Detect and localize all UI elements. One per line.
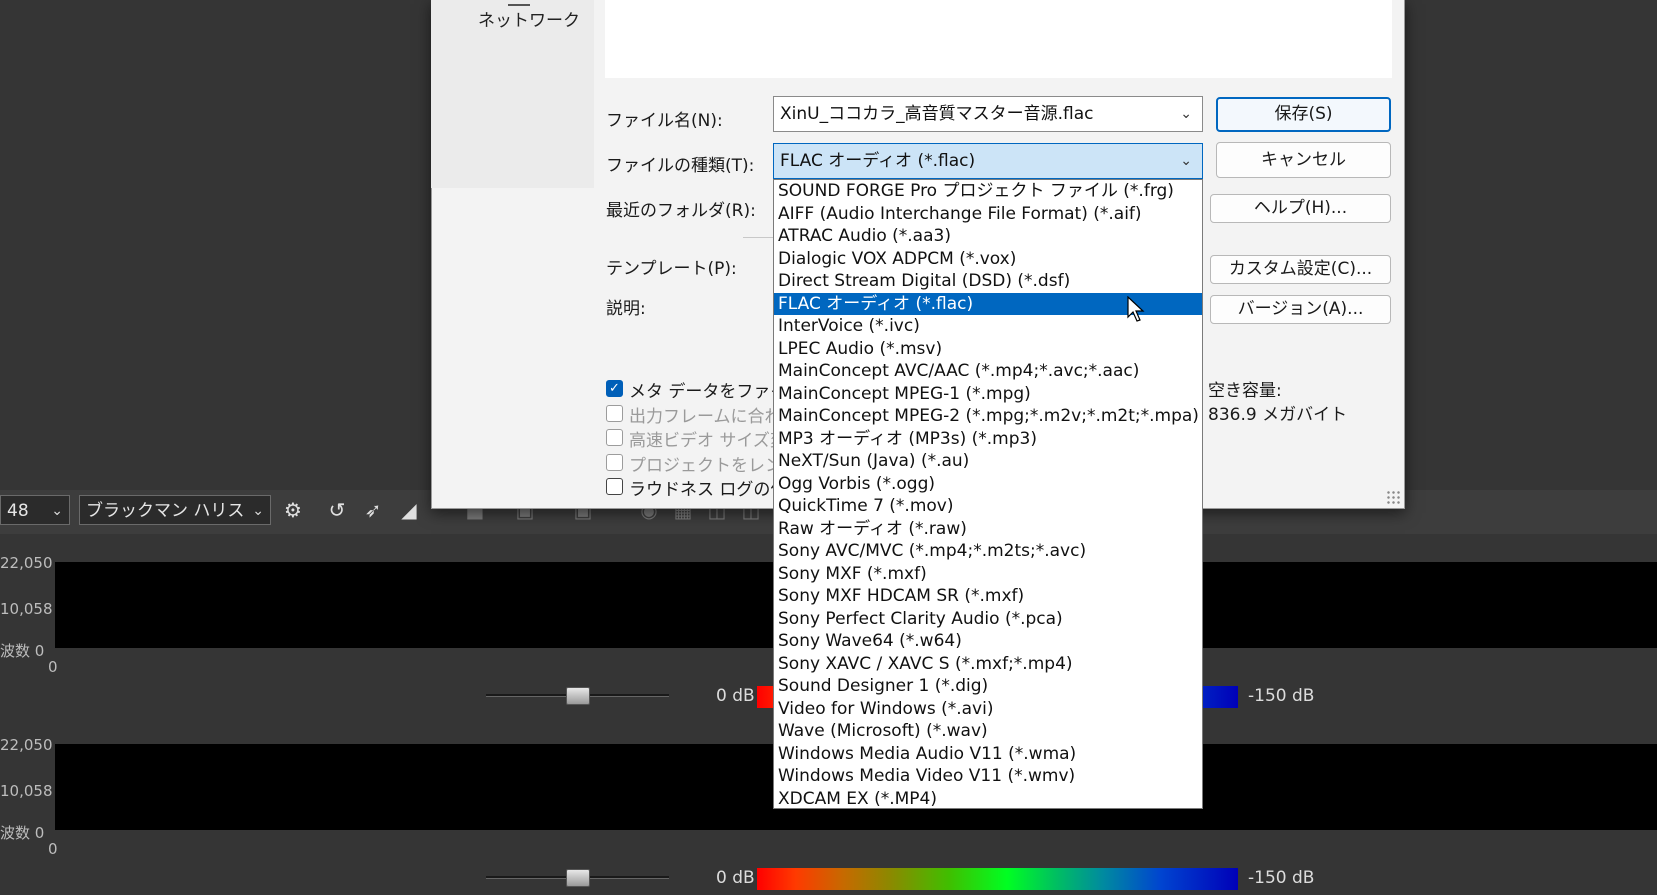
dropdown-item[interactable]: Sony Perfect Clarity Audio (*.pca) [774,608,1202,631]
lane2-tick-low: 波数 0 [0,824,45,842]
lane2-db-right: -150 dB [1248,868,1315,888]
resize-grip[interactable] [1386,490,1400,504]
match-frame-checkbox[interactable] [606,405,623,422]
custom-settings-button[interactable]: カスタム設定(C)... [1210,255,1391,284]
dropdown-item[interactable]: Sony XAVC / XAVC S (*.mxf;*.mp4) [774,653,1202,676]
fast-video-resize-checkbox-label: 高速ビデオ サイズ変 [629,431,774,451]
filetype-select[interactable]: FLAC オーディオ (*.flac) ⌄ [773,143,1203,179]
lane2-db-left: 0 dB [716,868,755,888]
filetype-label: ファイルの種類(T): [606,156,755,176]
filename-value: XinU_ココカラ_高音質マスター音源.flac [780,104,1094,124]
dropdown-item[interactable]: Raw オーディオ (*.raw) [774,518,1202,541]
recent-folders-label: 最近のフォルダ(R): [606,201,756,221]
dropdown-item[interactable]: Sony AVC/MVC (*.mp4;*.m2ts;*.avc) [774,540,1202,563]
chevron-down-icon: ⌄ [51,503,63,519]
template-label: テンプレート(P): [606,259,737,279]
dropdown-item[interactable]: Direct Stream Digital (DSD) (*.dsf) [774,270,1202,293]
dropdown-item[interactable]: Sony MXF HDCAM SR (*.mxf) [774,585,1202,608]
dropdown-item[interactable]: NeXT/Sun (Java) (*.au) [774,450,1202,473]
dropdown-item[interactable]: Sound Designer 1 (*.dig) [774,675,1202,698]
file-list-view[interactable] [605,0,1392,78]
sample-size-value: 48 [7,501,29,521]
cancel-button[interactable]: キャンセル [1216,142,1391,178]
loudness-log-checkbox-label: ラウドネス ログの作成 [629,480,774,500]
lane2-tick-zero: 0 [48,840,58,858]
metadata-checkbox-label: メタ データをファイルと [629,382,774,402]
dropdown-item[interactable]: Windows Media Video V11 (*.wmv) [774,765,1202,788]
free-space-value: 836.9 メガバイト [1208,405,1348,425]
filename-label: ファイル名(N): [606,111,723,131]
lane2-color-meter [757,868,1238,890]
dropdown-item[interactable]: MainConcept MPEG-2 (*.mpg;*.m2v;*.m2t;*.… [774,405,1202,428]
dropdown-item[interactable]: Sony Wave64 (*.w64) [774,630,1202,653]
dropdown-item[interactable]: Wave (Microsoft) (*.wav) [774,720,1202,743]
lane1-tick-high: 22,050 [0,554,53,572]
dropdown-item[interactable]: XDCAM EX (*.MP4) [774,788,1202,809]
cursor-arrow-icon[interactable]: ➶ [360,497,386,523]
loudness-log-checkbox[interactable] [606,478,623,495]
dropdown-item[interactable]: MP3 オーディオ (MP3s) (*.mp3) [774,428,1202,451]
dropdown-item[interactable]: ATRAC Audio (*.aa3) [774,225,1202,248]
lane1-tick-mid: 10,058 [0,600,53,618]
mouse-cursor-icon [1127,296,1145,322]
filetype-value: FLAC オーディオ (*.flac) [780,151,976,171]
settings-gear-icon[interactable]: ⚙ [280,497,306,523]
dropdown-item[interactable]: Ogg Vorbis (*.ogg) [774,473,1202,496]
chevron-down-icon[interactable]: ⌄ [1180,144,1192,178]
lane1-tick-low: 波数 0 [0,642,45,660]
dropdown-item[interactable]: AIFF (Audio Interchange File Format) (*.… [774,203,1202,226]
lane1-slider-thumb[interactable] [566,687,590,705]
undo-icon[interactable]: ↺ [324,497,350,523]
version-button[interactable]: バージョン(A)... [1210,295,1391,324]
render-project-checkbox-label: プロジェクトをレンダリ [629,456,774,476]
separator [743,237,775,238]
dropdown-item[interactable]: MainConcept MPEG-1 (*.mpg) [774,383,1202,406]
dropdown-item[interactable]: Video for Windows (*.avi) [774,698,1202,721]
metadata-checkbox[interactable]: ✓ [606,380,623,397]
lane1-tick-zero: 0 [48,658,58,676]
save-button[interactable]: 保存(S) [1216,97,1391,132]
dropdown-item[interactable]: QuickTime 7 (*.mov) [774,495,1202,518]
match-frame-checkbox-label: 出力フレームに合わせ [629,407,774,427]
lane2-tick-high: 22,050 [0,736,53,754]
description-label: 説明: [606,299,646,319]
chevron-down-icon: ⌄ [252,503,264,519]
fast-video-resize-checkbox[interactable] [606,429,623,446]
lane2-tick-mid: 10,058 [0,782,53,800]
help-button[interactable]: ヘルプ(H)... [1210,194,1391,223]
filename-input[interactable]: XinU_ココカラ_高音質マスター音源.flac ⌄ [773,96,1203,132]
filetype-dropdown-list[interactable]: SOUND FORGE Pro プロジェクト ファイル (*.frg) AIFF… [773,179,1203,809]
window-function-select[interactable]: ブラックマン ハリス ⌄ [79,495,271,525]
window-function-value: ブラックマン ハリス [86,501,245,521]
dropdown-item[interactable]: Dialogic VOX ADPCM (*.vox) [774,248,1202,271]
dropdown-item[interactable]: Sony MXF (*.mxf) [774,563,1202,586]
dropdown-item[interactable]: SOUND FORGE Pro プロジェクト ファイル (*.frg) [774,180,1202,203]
nav-item-network[interactable]: ネットワーク [478,6,580,31]
dropdown-item[interactable]: LPEC Audio (*.msv) [774,338,1202,361]
render-project-checkbox[interactable] [606,454,623,471]
dropdown-item[interactable]: Windows Media Audio V11 (*.wma) [774,743,1202,766]
chevron-down-icon[interactable]: ⌄ [1180,97,1192,131]
lane2-slider-thumb[interactable] [566,869,590,887]
lane1-db-right: -150 dB [1248,686,1315,706]
dropdown-item[interactable]: MainConcept AVC/AAC (*.mp4;*.avc;*.aac) [774,360,1202,383]
free-space-label: 空き容量: [1208,381,1282,401]
speaker-icon[interactable]: ◢ [396,497,422,523]
sample-size-select[interactable]: 48 ⌄ [0,495,70,525]
lane1-db-left: 0 dB [716,686,755,706]
